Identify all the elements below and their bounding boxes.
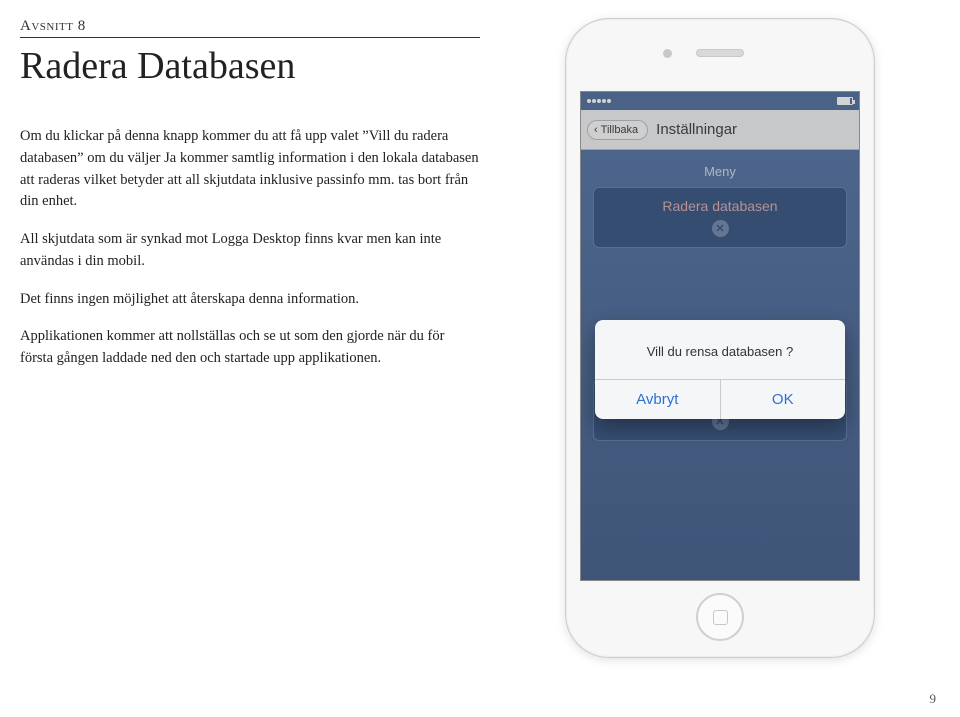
back-button[interactable]: ‹ Tillbaka <box>587 120 648 140</box>
alert-message: Vill du rensa databasen ? <box>595 320 845 379</box>
home-icon <box>713 610 728 625</box>
section-header-meny: Meny <box>593 164 847 179</box>
battery-icon <box>837 97 853 105</box>
cell-radera-databasen[interactable]: Radera databasen ✕ <box>593 187 847 248</box>
alert-ok-button[interactable]: OK <box>721 380 846 419</box>
phone-mockup: ‹ Tillbaka Inställningar Meny Radera dat… <box>565 18 875 658</box>
nav-bar: ‹ Tillbaka Inställningar <box>581 110 859 150</box>
phone-screen: ‹ Tillbaka Inställningar Meny Radera dat… <box>580 91 860 581</box>
screen-content: Meny Radera databasen ✕ Anslagsenergi ✕ <box>581 150 859 477</box>
phone-speaker <box>696 49 744 57</box>
paragraph: Det finns ingen möjlighet att återskapa … <box>20 289 480 311</box>
home-button[interactable] <box>696 593 744 641</box>
chevron-left-icon: ‹ <box>594 124 598 136</box>
body-text: Om du klickar på denna knapp kommer du a… <box>20 126 480 370</box>
alert-dialog: Vill du rensa databasen ? Avbryt OK <box>595 320 845 419</box>
section-label: Avsnitt 8 <box>20 18 480 35</box>
page-number: 9 <box>930 691 937 707</box>
paragraph: Applikationen kommer att nollställas och… <box>20 326 480 370</box>
phone-camera <box>663 49 672 58</box>
cell-label: Radera databasen <box>606 198 834 214</box>
divider <box>20 37 480 38</box>
paragraph: All skjutdata som är synkad mot Logga De… <box>20 229 480 273</box>
paragraph: Om du klickar på denna knapp kommer du a… <box>20 126 480 213</box>
status-bar <box>581 92 859 110</box>
signal-icon <box>587 99 611 103</box>
page-title: Radera Databasen <box>20 44 480 88</box>
alert-cancel-button[interactable]: Avbryt <box>595 380 721 419</box>
back-label: Tillbaka <box>601 124 639 136</box>
close-icon: ✕ <box>712 220 729 237</box>
nav-title: Inställningar <box>656 121 737 138</box>
